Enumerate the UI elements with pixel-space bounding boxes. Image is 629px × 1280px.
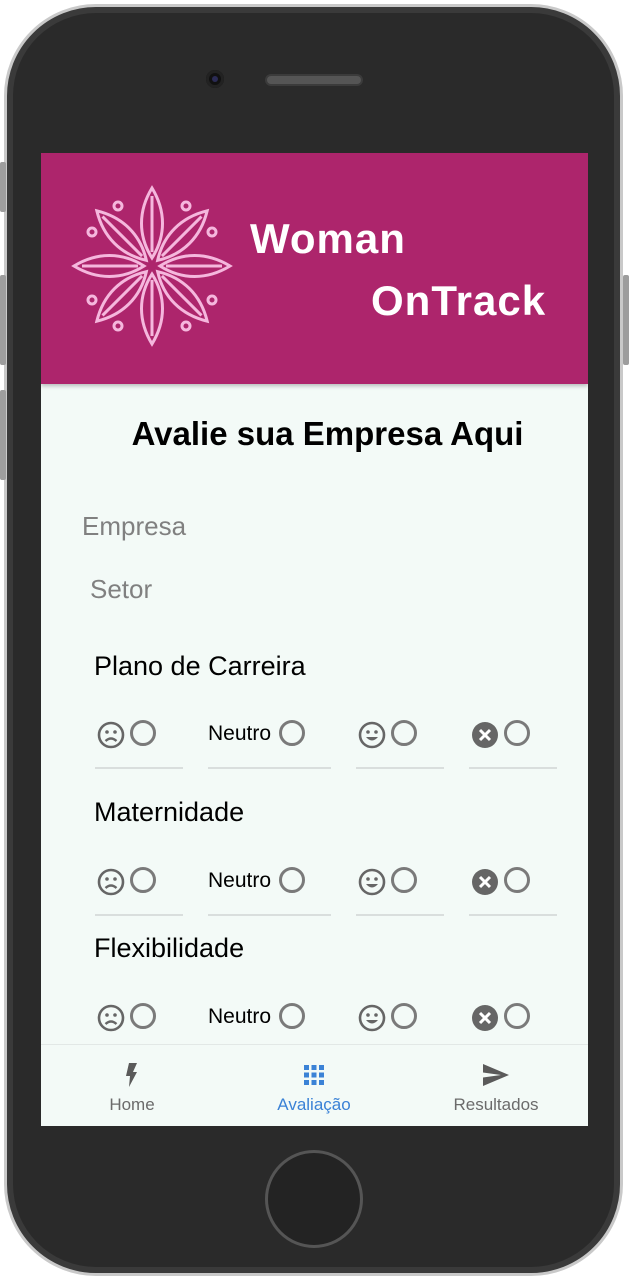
rating-option-positive[interactable] (356, 854, 444, 916)
radio-button[interactable] (391, 867, 417, 893)
empresa-placeholder: Empresa (82, 511, 187, 541)
rating-option-positive[interactable] (356, 990, 444, 1052)
neutral-label: Neutro (208, 869, 272, 892)
section-label-flexibilidade: Flexibilidade (94, 933, 245, 963)
rating-option-neutral[interactable]: Neutro (208, 854, 331, 916)
empresa-input[interactable]: Empresa (82, 511, 186, 542)
rating-option-negative[interactable] (95, 707, 183, 769)
rating-option-not-applicable[interactable] (469, 990, 557, 1052)
sad-face-icon (97, 721, 125, 749)
nav-item-home[interactable]: Home (41, 1045, 223, 1126)
rating-option-negative[interactable] (95, 854, 183, 916)
radio-button[interactable] (504, 867, 530, 893)
radio-button[interactable] (279, 1003, 305, 1029)
radio-button[interactable] (130, 720, 156, 746)
sad-face-icon (97, 1004, 125, 1032)
rating-row-plano-de-carreira: Neutro (95, 707, 557, 773)
radio-button[interactable] (130, 867, 156, 893)
earpiece-speaker (265, 74, 363, 86)
brand-name-line2: OnTrack (371, 277, 547, 324)
nav-item-avaliacao[interactable]: Avaliação (223, 1045, 405, 1126)
happy-face-icon (358, 1004, 386, 1032)
bottom-navigation: Home Avaliação Resultados (41, 1044, 588, 1126)
grid-icon (304, 1065, 324, 1085)
close-circle-icon (472, 722, 498, 748)
lightning-icon (126, 1063, 137, 1087)
happy-face-icon (358, 868, 386, 896)
happy-face-icon (358, 721, 386, 749)
rating-row-maternidade: Neutro (95, 854, 557, 920)
rating-option-negative[interactable] (95, 990, 183, 1052)
app-header: Woman OnTrack (41, 153, 588, 384)
radio-button[interactable] (504, 720, 530, 746)
radio-button[interactable] (130, 1003, 156, 1029)
setor-input[interactable]: Setor (90, 574, 152, 605)
close-circle-icon (472, 1005, 498, 1031)
brand-name-line1: Woman (250, 215, 406, 262)
power-button (623, 275, 629, 365)
radio-button[interactable] (391, 720, 417, 746)
rating-option-neutral[interactable]: Neutro (208, 707, 331, 769)
nav-item-resultados[interactable]: Resultados (405, 1045, 587, 1126)
app-screen: Woman OnTrack Avalie sua Empresa Aqui Em… (41, 153, 588, 1126)
rating-option-neutral[interactable]: Neutro (208, 990, 331, 1052)
neutral-label: Neutro (208, 722, 272, 745)
sad-face-icon (97, 868, 125, 896)
rating-option-not-applicable[interactable] (469, 854, 557, 916)
home-hardware-button[interactable] (265, 1150, 363, 1248)
nav-label-avaliacao: Avaliação (277, 1095, 351, 1114)
radio-button[interactable] (279, 720, 305, 746)
rating-option-positive[interactable] (356, 707, 444, 769)
page-title: Avalie sua Empresa Aqui (131, 415, 524, 452)
volume-up-button (0, 275, 6, 365)
section-label-maternidade: Maternidade (94, 797, 245, 827)
section-label-plano-de-carreira: Plano de Carreira (94, 651, 306, 681)
send-icon (483, 1064, 509, 1086)
radio-button[interactable] (504, 1003, 530, 1029)
mute-switch (0, 162, 6, 212)
nav-label-home: Home (109, 1095, 155, 1114)
rating-option-not-applicable[interactable] (469, 707, 557, 769)
lotus-logo-icon (72, 185, 232, 346)
radio-button[interactable] (279, 867, 305, 893)
close-circle-icon (472, 869, 498, 895)
volume-down-button (0, 390, 6, 480)
setor-placeholder: Setor (90, 574, 153, 604)
neutral-label: Neutro (208, 1005, 272, 1028)
nav-label-resultados: Resultados (453, 1095, 539, 1114)
radio-button[interactable] (391, 1003, 417, 1029)
front-camera (206, 70, 224, 88)
